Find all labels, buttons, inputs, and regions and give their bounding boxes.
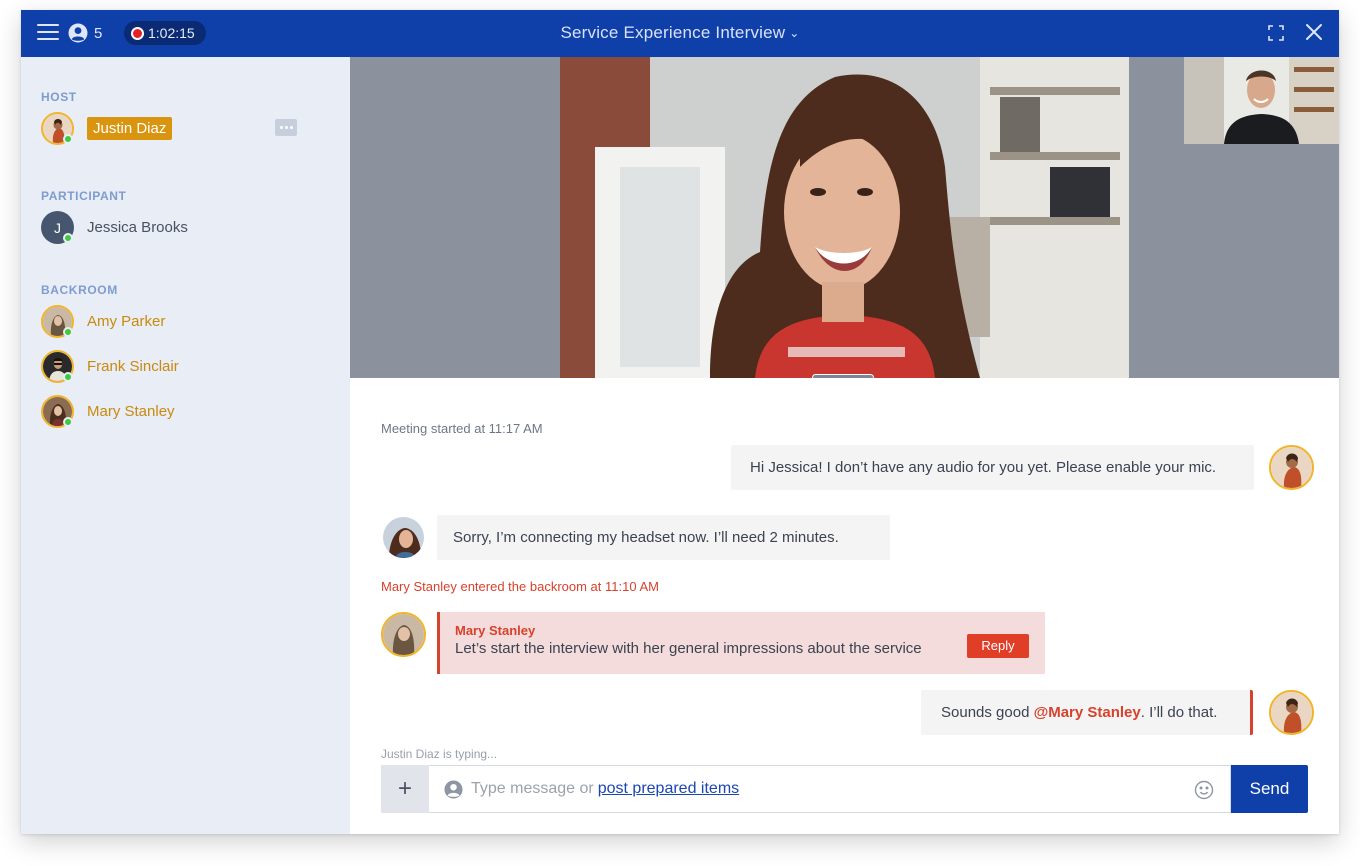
avatar <box>41 394 74 428</box>
chat-bubble-icon[interactable] <box>275 119 297 136</box>
backroom-name: Mary Stanley <box>87 402 175 420</box>
backroom-event-notice: Mary Stanley entered the backroom at 11:… <box>381 579 659 594</box>
backroom-sender: Mary Stanley <box>455 623 536 638</box>
chat-message-outgoing: Sounds good @Mary Stanley. I’ll do that. <box>921 690 1253 735</box>
chat-message-outgoing: Hi Jessica! I don’t have any audio for y… <box>731 445 1254 490</box>
online-status-dot <box>63 371 73 382</box>
self-video-thumbnail[interactable] <box>1184 57 1339 144</box>
avatar <box>381 515 426 560</box>
message-text: Sorry, I’m connecting my headset now. I’… <box>453 529 839 546</box>
close-icon[interactable] <box>1303 21 1325 43</box>
reply-button[interactable]: Reply <box>967 634 1029 658</box>
mention-link[interactable]: @Mary Stanley <box>1034 704 1141 721</box>
message-input[interactable]: Type message or post prepared items <box>429 765 1231 813</box>
avatar <box>381 612 426 657</box>
message-text: Hi Jessica! I don’t have any audio for y… <box>750 459 1217 476</box>
avatar <box>41 111 74 145</box>
title-bar: 5 1:02:15 Service Experience Interview ⌄ <box>21 10 1339 57</box>
avatar <box>41 349 74 383</box>
send-button[interactable]: Send <box>1231 765 1308 813</box>
participant-name: Jessica Brooks <box>87 218 188 236</box>
app-window: 5 1:02:15 Service Experience Interview ⌄ … <box>21 10 1339 834</box>
user-circle-icon <box>444 780 463 799</box>
plus-icon: + <box>397 775 412 802</box>
backroom-entry[interactable]: Amy Parker <box>41 304 165 338</box>
participants-sidebar: HOST Justin Diaz PARTICIPANT J Jessica B… <box>21 57 350 834</box>
avatar <box>41 304 74 338</box>
host-entry[interactable]: Justin Diaz <box>41 111 173 145</box>
host-name-badge: Justin Diaz <box>87 116 173 140</box>
meeting-title-text: Service Experience Interview <box>560 23 786 42</box>
online-status-dot <box>63 326 73 337</box>
typing-indicator: Justin Diaz is typing... <box>381 747 498 761</box>
backroom-message: Mary Stanley Let’s start the interview w… <box>437 612 1045 674</box>
meeting-started-notice: Meeting started at 11:17 AM <box>381 421 543 436</box>
message-placeholder: Type message or <box>471 780 594 797</box>
add-attachment-button[interactable]: + <box>381 765 429 813</box>
participant-entry[interactable]: J Jessica Brooks <box>41 210 188 244</box>
avatar <box>1269 445 1314 490</box>
message-composer: + Type message or post prepared items Se… <box>381 765 1308 813</box>
backroom-entry[interactable]: Mary Stanley <box>41 394 175 428</box>
backroom-name: Frank Sinclair <box>87 357 179 375</box>
chevron-down-icon: ⌄ <box>789 26 800 40</box>
backroom-section-label: BACKROOM <box>41 283 118 297</box>
online-status-dot <box>63 133 73 144</box>
chat-panel: Meeting started at 11:17 AM Hi Jessica! … <box>350 378 1339 834</box>
meeting-title[interactable]: Service Experience Interview ⌄ <box>21 23 1339 43</box>
avatar <box>1269 690 1314 735</box>
avatar: J <box>41 210 74 244</box>
video-stage <box>350 57 1339 378</box>
fullscreen-icon[interactable] <box>1268 25 1284 41</box>
main-video-feed[interactable] <box>560 57 1129 378</box>
chat-message-incoming: Sorry, I’m connecting my headset now. I’… <box>437 515 890 560</box>
participant-section-label: PARTICIPANT <box>41 189 127 203</box>
online-status-dot <box>63 416 73 427</box>
host-section-label: HOST <box>41 90 77 104</box>
message-suffix: . I’ll do that. <box>1140 704 1218 721</box>
backroom-name: Amy Parker <box>87 312 166 330</box>
emoji-icon[interactable] <box>1194 780 1214 800</box>
prepared-items-link[interactable]: post prepared items <box>598 780 739 798</box>
online-status-dot <box>63 232 73 243</box>
backroom-entry[interactable]: Frank Sinclair <box>41 349 179 383</box>
backroom-text: Let’s start the interview with her gener… <box>455 640 922 657</box>
message-prefix: Sounds good <box>941 704 1034 721</box>
